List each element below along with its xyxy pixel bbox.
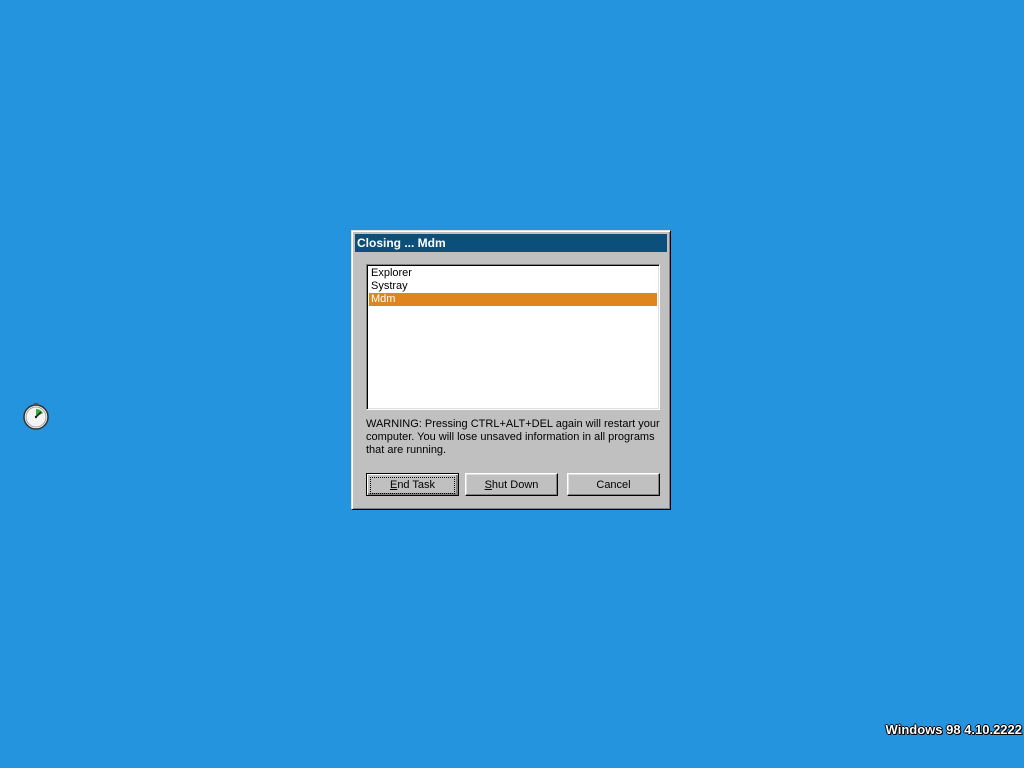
title-bar[interactable]: Closing ... Mdm	[355, 234, 667, 252]
clock-icon[interactable]	[22, 402, 50, 430]
clock-icon-graphic	[23, 403, 49, 430]
task-list-item[interactable]: Mdm	[369, 293, 657, 306]
task-list-item[interactable]: Systray	[369, 280, 657, 293]
shut-down-label: Shut Down	[484, 478, 539, 491]
cancel-button[interactable]: Cancel	[567, 473, 660, 496]
end-task-label: End Task	[369, 476, 456, 494]
task-list[interactable]: Explorer Systray Mdm	[366, 264, 660, 410]
end-task-button[interactable]: End Task	[366, 473, 459, 496]
dialog-title: Closing ... Mdm	[357, 236, 446, 250]
desktop: Closing ... Mdm Explorer Systray Mdm WARNI…	[0, 0, 1024, 768]
version-watermark: Windows 98 4.10.2222	[885, 722, 1022, 737]
close-program-dialog: Closing ... Mdm Explorer Systray Mdm WARNI…	[351, 230, 671, 510]
task-list-item[interactable]: Explorer	[369, 267, 657, 280]
shut-down-button[interactable]: Shut Down	[465, 473, 558, 496]
warning-text: WARNING: Pressing CTRL+ALT+DEL again wil…	[366, 418, 660, 456]
